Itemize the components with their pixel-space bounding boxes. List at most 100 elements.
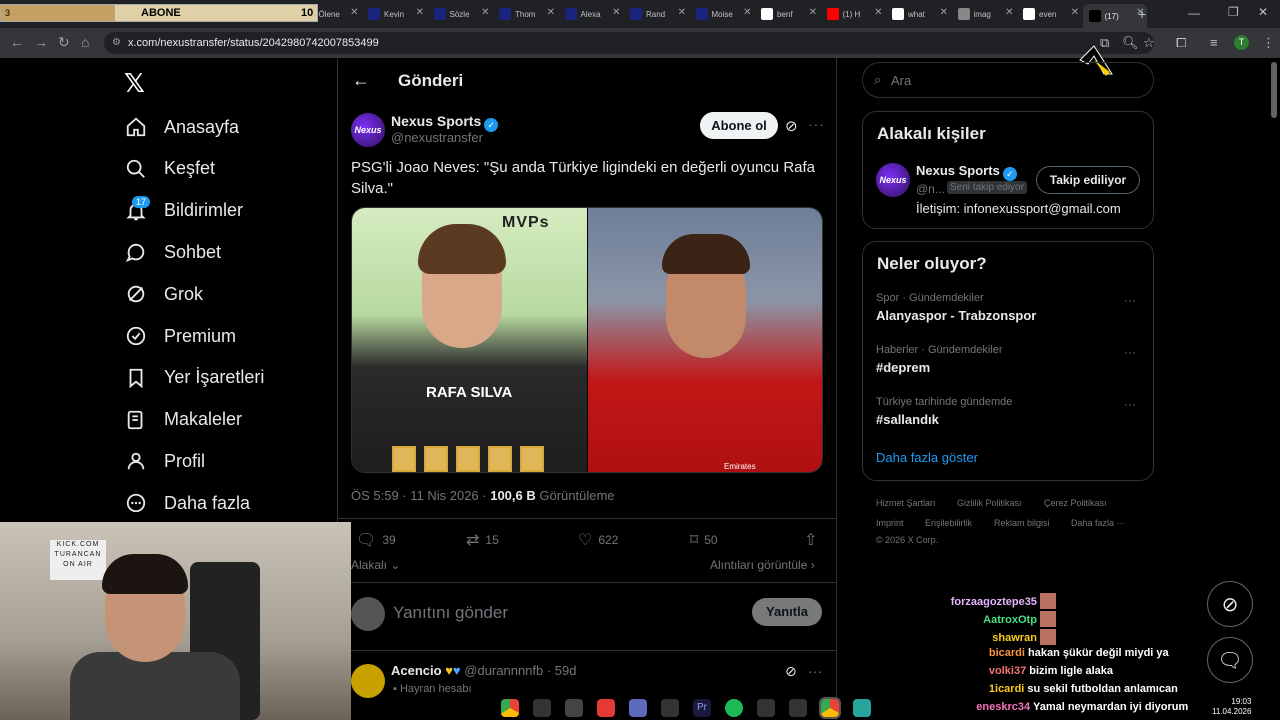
tab-close-icon[interactable]: ✕ xyxy=(547,7,555,18)
more-options-icon[interactable]: ··· xyxy=(808,116,825,132)
browser-tab[interactable]: Kevin ✕ xyxy=(362,4,426,24)
app-icon[interactable] xyxy=(853,699,871,717)
extensions-icon[interactable]: ⧠ xyxy=(1176,35,1186,51)
profile-avatar[interactable]: T xyxy=(1234,35,1249,50)
grok-icon[interactable]: ⊘ xyxy=(785,117,798,135)
discord-app-icon[interactable] xyxy=(629,699,647,717)
close-window-icon[interactable]: ✕ xyxy=(1258,5,1268,19)
sidebar-item-bookmark[interactable]: Yer İşaretleri xyxy=(124,358,264,398)
chrome-app-icon[interactable] xyxy=(501,699,519,717)
sidebar-item-chat[interactable]: Sohbet xyxy=(124,232,221,272)
back-arrow-icon[interactable]: ← xyxy=(352,70,370,91)
browser-tab[interactable]: Sözle ✕ xyxy=(428,4,492,24)
scrollbar[interactable] xyxy=(1271,62,1277,118)
address-bar[interactable]: x.com/nexustransfer/status/2042980742007… xyxy=(104,32,1154,54)
comment-grok-icon[interactable]: ⊘ xyxy=(785,663,797,680)
like-action[interactable]: ♡ 622 xyxy=(578,530,618,550)
site-info-icon[interactable]: ⚙ xyxy=(112,37,121,48)
red-app-icon[interactable] xyxy=(597,699,615,717)
browser-tab[interactable]: (17) ✕ xyxy=(1082,4,1147,28)
sidebar-item-article[interactable]: Makaleler xyxy=(124,400,242,440)
menu-icon[interactable]: ⋮ xyxy=(1262,35,1275,51)
browser-tab[interactable]: Alexa ✕ xyxy=(559,4,623,24)
bookmark-star-icon[interactable]: ☆ xyxy=(1143,35,1155,51)
zoom-icon[interactable]: 🔍︎ xyxy=(1122,35,1139,51)
browser-tab[interactable]: even ✕ xyxy=(1017,4,1081,24)
premiere-app-icon[interactable]: Pr xyxy=(693,699,711,717)
chat-username[interactable]: volki37 xyxy=(989,665,1026,677)
post-time[interactable]: ÖS 5:59 · 11 Nis 2026 · xyxy=(351,488,490,503)
sidebar-item-profile[interactable]: Profil xyxy=(124,441,205,481)
view-quotes-link[interactable]: Alıntıları görüntüle › xyxy=(710,558,815,572)
sidebar-item-home[interactable]: Anasayfa xyxy=(124,107,239,147)
obs-app-icon[interactable] xyxy=(565,699,583,717)
footer-link[interactable]: Erişilebilirlik xyxy=(925,518,972,528)
browser-tab[interactable]: Thom ✕ xyxy=(493,4,557,24)
home-browser-icon[interactable]: ⌂ xyxy=(81,34,89,50)
sidebar-item-premium[interactable]: Premium xyxy=(124,316,236,356)
reload-icon[interactable]: ↻ xyxy=(58,34,70,51)
related-dropdown[interactable]: Alakalı ⌄ xyxy=(351,558,400,572)
minimize-icon[interactable]: — xyxy=(1188,6,1200,20)
app-icon[interactable] xyxy=(757,699,775,717)
grok-fab[interactable]: ⊘ xyxy=(1207,581,1253,627)
footer-link[interactable]: Hizmet Şartları xyxy=(876,498,936,508)
reply-button[interactable]: Yanıtla xyxy=(752,598,822,626)
browser-tab[interactable]: what ✕ xyxy=(886,4,950,24)
browser-tab[interactable]: (1) H ✕ xyxy=(821,4,885,24)
messages-fab[interactable]: 🗨︎ xyxy=(1207,637,1253,683)
reading-list-icon[interactable]: ≡ xyxy=(1210,35,1218,50)
related-name[interactable]: Nexus Sports ✓ xyxy=(916,163,1017,181)
sidebar-item-more[interactable]: Daha fazla xyxy=(124,483,250,523)
trend-more-icon[interactable]: ··· xyxy=(1124,345,1136,359)
app-icon[interactable] xyxy=(789,699,807,717)
repost-action[interactable]: ⇄ 15 xyxy=(466,530,499,550)
chat-username[interactable]: forzaagoztepe35 xyxy=(951,596,1037,608)
related-avatar[interactable]: Nexus xyxy=(876,163,910,197)
tab-close-icon[interactable]: ✕ xyxy=(350,7,358,18)
tab-close-icon[interactable]: ✕ xyxy=(809,7,817,18)
footer-link[interactable]: Imprint xyxy=(876,518,904,528)
comment-more-icon[interactable]: ··· xyxy=(808,663,822,679)
trend-name[interactable]: #deprem xyxy=(876,360,930,375)
sidebar-item-search[interactable]: Keşfet xyxy=(124,149,215,189)
trend-name[interactable]: #sallandık xyxy=(876,412,939,427)
search-input[interactable]: Ara xyxy=(862,62,1154,98)
capcut-app-icon[interactable] xyxy=(533,699,551,717)
show-more-link[interactable]: Daha fazla göster xyxy=(876,450,978,465)
author-avatar[interactable]: Nexus xyxy=(351,113,385,147)
chat-username[interactable]: shawran xyxy=(992,632,1037,644)
author-handle[interactable]: @nexustransfer xyxy=(391,130,483,145)
tab-close-icon[interactable]: ✕ xyxy=(1005,7,1013,18)
x-logo-icon[interactable]: 𝕏 xyxy=(124,68,145,99)
share-action[interactable]: ⇧ xyxy=(804,530,823,550)
trend-more-icon[interactable]: ··· xyxy=(1124,397,1136,411)
tab-close-icon[interactable]: ✕ xyxy=(612,7,620,18)
following-button[interactable]: Takip ediliyor xyxy=(1036,166,1140,194)
tab-close-icon[interactable]: ✕ xyxy=(743,7,751,18)
chat-username[interactable]: AatroxOtp xyxy=(983,614,1037,626)
sidebar-item-bell[interactable]: 17 Bildirimler xyxy=(124,191,243,231)
trend-more-icon[interactable]: ··· xyxy=(1124,293,1136,307)
footer-link[interactable]: Daha fazla ··· xyxy=(1071,518,1126,528)
comment-author[interactable]: Acencio ♥♥ @durannnnfb · 59d xyxy=(391,663,577,678)
spotify-app-icon[interactable] xyxy=(725,699,743,717)
browser-tab[interactable]: benf ✕ xyxy=(755,4,819,24)
tab-close-icon[interactable]: ✕ xyxy=(940,7,948,18)
comment-avatar[interactable] xyxy=(351,664,385,698)
chat-username[interactable]: 1icardi xyxy=(989,683,1024,695)
chat-username[interactable]: eneskrc34 xyxy=(976,701,1030,713)
bookmark-action[interactable]: ⌑ 50 xyxy=(690,530,718,550)
footer-link[interactable]: Çerez Politikası xyxy=(1044,498,1107,508)
tab-close-icon[interactable]: ✕ xyxy=(874,7,882,18)
footer-link[interactable]: Gizlilik Politikası xyxy=(957,498,1022,508)
browser-tab[interactable]: Rand ✕ xyxy=(624,4,688,24)
chrome-active-app-icon[interactable] xyxy=(819,697,841,719)
restore-icon[interactable]: ❐ xyxy=(1228,5,1239,19)
tab-close-icon[interactable]: ✕ xyxy=(416,7,424,18)
chat-username[interactable]: bicardi xyxy=(989,647,1025,659)
tab-close-icon[interactable]: ✕ xyxy=(678,7,686,18)
reply-input[interactable]: Yanıtını gönder xyxy=(393,603,508,623)
post-image[interactable]: MVPs RAFA SILVA Emirates xyxy=(351,207,823,473)
forward-icon[interactable]: → xyxy=(34,34,48,50)
